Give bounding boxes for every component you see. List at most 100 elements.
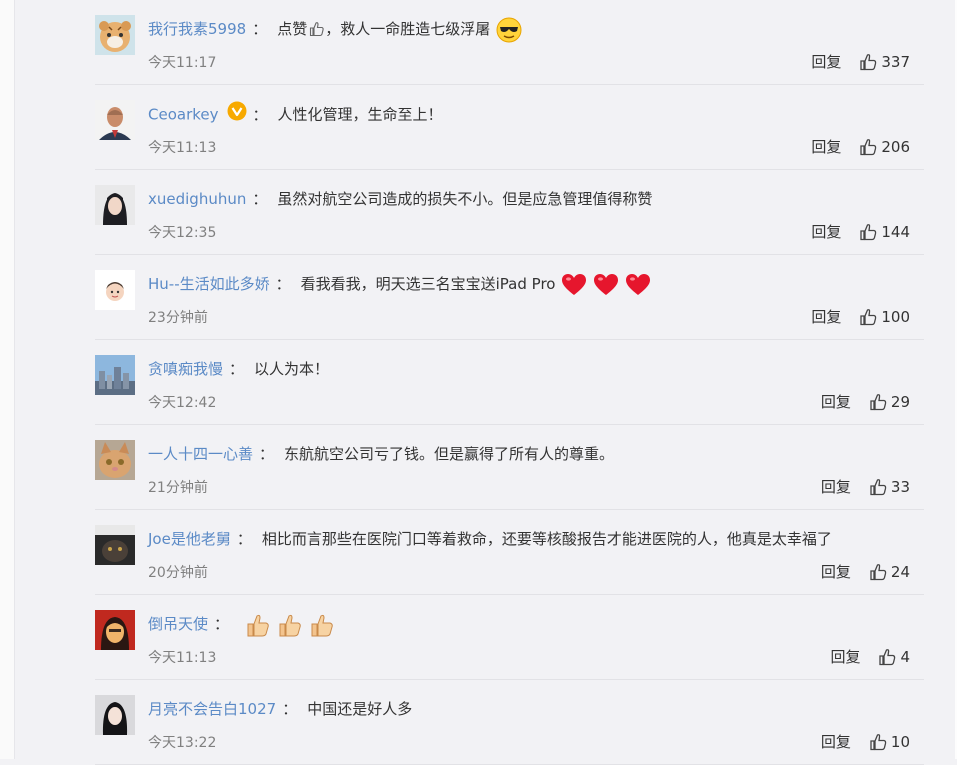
comment-text-continued: ，救人一命胜造七级浮屠 (325, 20, 491, 38)
sunglasses-icon (496, 17, 522, 43)
heart-icon (625, 273, 651, 297)
left-frame-border (0, 0, 15, 759)
comment-line: 倒吊天使 ： (148, 611, 335, 638)
avatar[interactable] (95, 610, 135, 650)
comment-item: 贪嗔痴我慢 ： 以人为本！ 今天12:42 回复 29 (95, 340, 924, 425)
username-link[interactable]: 我行我素5998 (148, 20, 246, 38)
like-count: 337 (881, 52, 910, 71)
colon-separator: ： (282, 700, 298, 718)
like-button[interactable]: 10 (869, 733, 910, 751)
username-link[interactable]: Hu--生活如此多娇 (148, 275, 270, 293)
thumbs-up-icon (859, 308, 881, 326)
colon-separator: ： (252, 190, 268, 208)
thumbs-up-icon (277, 612, 303, 638)
comment-time: 今天11:13 (148, 650, 217, 666)
comment-item: xuedighuhun ： 虽然对航空公司造成的损失不小。但是应急管理值得称赞今天1… (95, 170, 924, 255)
comment-actions: 回复 4 (830, 646, 910, 667)
heart-icon (561, 273, 587, 297)
like-button[interactable]: 4 (878, 648, 910, 666)
comment-line: 月亮不会告白1027 ： 中国还是好人多 (148, 696, 412, 722)
comment-time: 今天11:17 (148, 55, 217, 71)
comment-time: 21分钟前 (148, 480, 208, 496)
username-link[interactable]: Joe是他老舅 (148, 530, 231, 548)
like-button[interactable]: 100 (859, 308, 910, 326)
username-link[interactable]: 月亮不会告白1027 (148, 700, 276, 718)
comment-actions: 回复 206 (811, 136, 910, 157)
like-button[interactable]: 29 (869, 393, 910, 411)
reply-button[interactable]: 回复 (811, 136, 841, 157)
thumbs-up-icon (869, 478, 891, 496)
avatar[interactable] (95, 525, 135, 565)
colon-separator: ： (214, 615, 230, 633)
avatar[interactable] (95, 270, 135, 310)
comment-time: 今天11:13 (148, 140, 217, 156)
avatar[interactable] (95, 695, 135, 735)
username-link[interactable]: 贪嗔痴我慢 (148, 360, 223, 378)
thumbs-up-icon (859, 138, 881, 156)
like-count: 4 (900, 647, 910, 666)
comment-time: 今天12:35 (148, 225, 217, 241)
comment-actions: 回复 33 (821, 476, 910, 497)
comment-time: 今天12:42 (148, 395, 217, 411)
like-button[interactable]: 24 (869, 563, 910, 581)
like-button[interactable]: 33 (869, 478, 910, 496)
thumbs-up-icon (878, 648, 900, 666)
reply-button[interactable]: 回复 (811, 51, 841, 72)
colon-separator: ： (275, 275, 291, 293)
colon-separator: ： (252, 20, 268, 38)
comment-line: xuedighuhun ： 虽然对航空公司造成的损失不小。但是应急管理值得称赞 (148, 186, 652, 212)
username-link[interactable]: 一人十四一心善 (148, 445, 253, 463)
comment-actions: 回复 10 (821, 731, 910, 752)
comment-item: 一人十四一心善 ： 东航航空公司亏了钱。但是赢得了所有人的尊重。 21分钟前 回复 33 (95, 425, 924, 510)
avatar[interactable] (95, 355, 135, 395)
like-button[interactable]: 144 (859, 223, 910, 241)
reply-button[interactable]: 回复 (821, 391, 851, 412)
like-count: 24 (890, 562, 910, 581)
comment-text: 看我看我，明天选三名宝宝送iPad Pro (300, 275, 556, 293)
colon-separator: ： (252, 105, 268, 124)
comment-line: Hu--生活如此多娇 ： 看我看我，明天选三名宝宝送iPad Pro (148, 271, 651, 297)
comment-line: 一人十四一心善 ： 东航航空公司亏了钱。但是赢得了所有人的尊重。 (148, 441, 614, 467)
avatar[interactable] (95, 185, 135, 225)
thumbs-up-icon (309, 17, 325, 43)
thumbs-up-icon (245, 612, 271, 638)
thumbs-up-icon (859, 223, 881, 241)
comment-line: Ceoarkey ： 人性化管理，生命至上！ (148, 101, 443, 129)
reply-button[interactable]: 回复 (811, 221, 841, 242)
reply-button[interactable]: 回复 (830, 646, 860, 667)
comment-line: Joe是他老舅 ： 相比而言那些在医院门口等着救命，还要等核酸报告才能进医院的人，他… (148, 526, 832, 552)
comment-actions: 回复 24 (821, 561, 910, 582)
username-link[interactable]: Ceoarkey (148, 106, 219, 124)
reply-button[interactable]: 回复 (811, 306, 841, 327)
like-count: 33 (890, 477, 910, 496)
avatar[interactable] (95, 100, 135, 140)
comment-item: Joe是他老舅 ： 相比而言那些在医院门口等着救命，还要等核酸报告才能进医院的人，他… (95, 510, 924, 595)
comment-text: 点赞 (277, 20, 308, 38)
thumbs-up-icon (859, 53, 881, 71)
thumbs-up-icon (869, 393, 891, 411)
comment-item: Ceoarkey ： 人性化管理，生命至上！ 今天11:13 回复 206 (95, 85, 924, 170)
like-count: 206 (881, 137, 910, 156)
reply-button[interactable]: 回复 (821, 561, 851, 582)
avatar[interactable] (95, 440, 135, 480)
comment-text: 中国还是好人多 (307, 700, 413, 718)
avatar[interactable] (95, 15, 135, 55)
reply-button[interactable]: 回复 (821, 731, 851, 752)
comment-actions: 回复 29 (821, 391, 910, 412)
reply-button[interactable]: 回复 (821, 476, 851, 497)
comment-line: 贪嗔痴我慢 ： 以人为本！ (148, 356, 329, 382)
like-button[interactable]: 337 (859, 53, 910, 71)
comment-text: 人性化管理，生命至上！ (277, 105, 443, 124)
like-count: 10 (890, 732, 910, 751)
username-link[interactable]: 倒吊天使 (148, 615, 208, 633)
thumbs-up-icon (309, 612, 335, 638)
colon-separator: ： (259, 445, 275, 463)
comment-time: 今天13:22 (148, 735, 217, 751)
comment-text: 虽然对航空公司造成的损失不小。但是应急管理值得称赞 (277, 190, 653, 208)
like-button[interactable]: 206 (859, 138, 910, 156)
comment-text: 以人为本！ (254, 360, 330, 378)
comment-actions: 回复 337 (811, 51, 910, 72)
comment-time: 23分钟前 (148, 310, 208, 326)
comment-line: 我行我素5998 ： 点赞 ，救人一命胜造七级浮屠 (148, 16, 522, 43)
username-link[interactable]: xuedighuhun (148, 190, 246, 208)
